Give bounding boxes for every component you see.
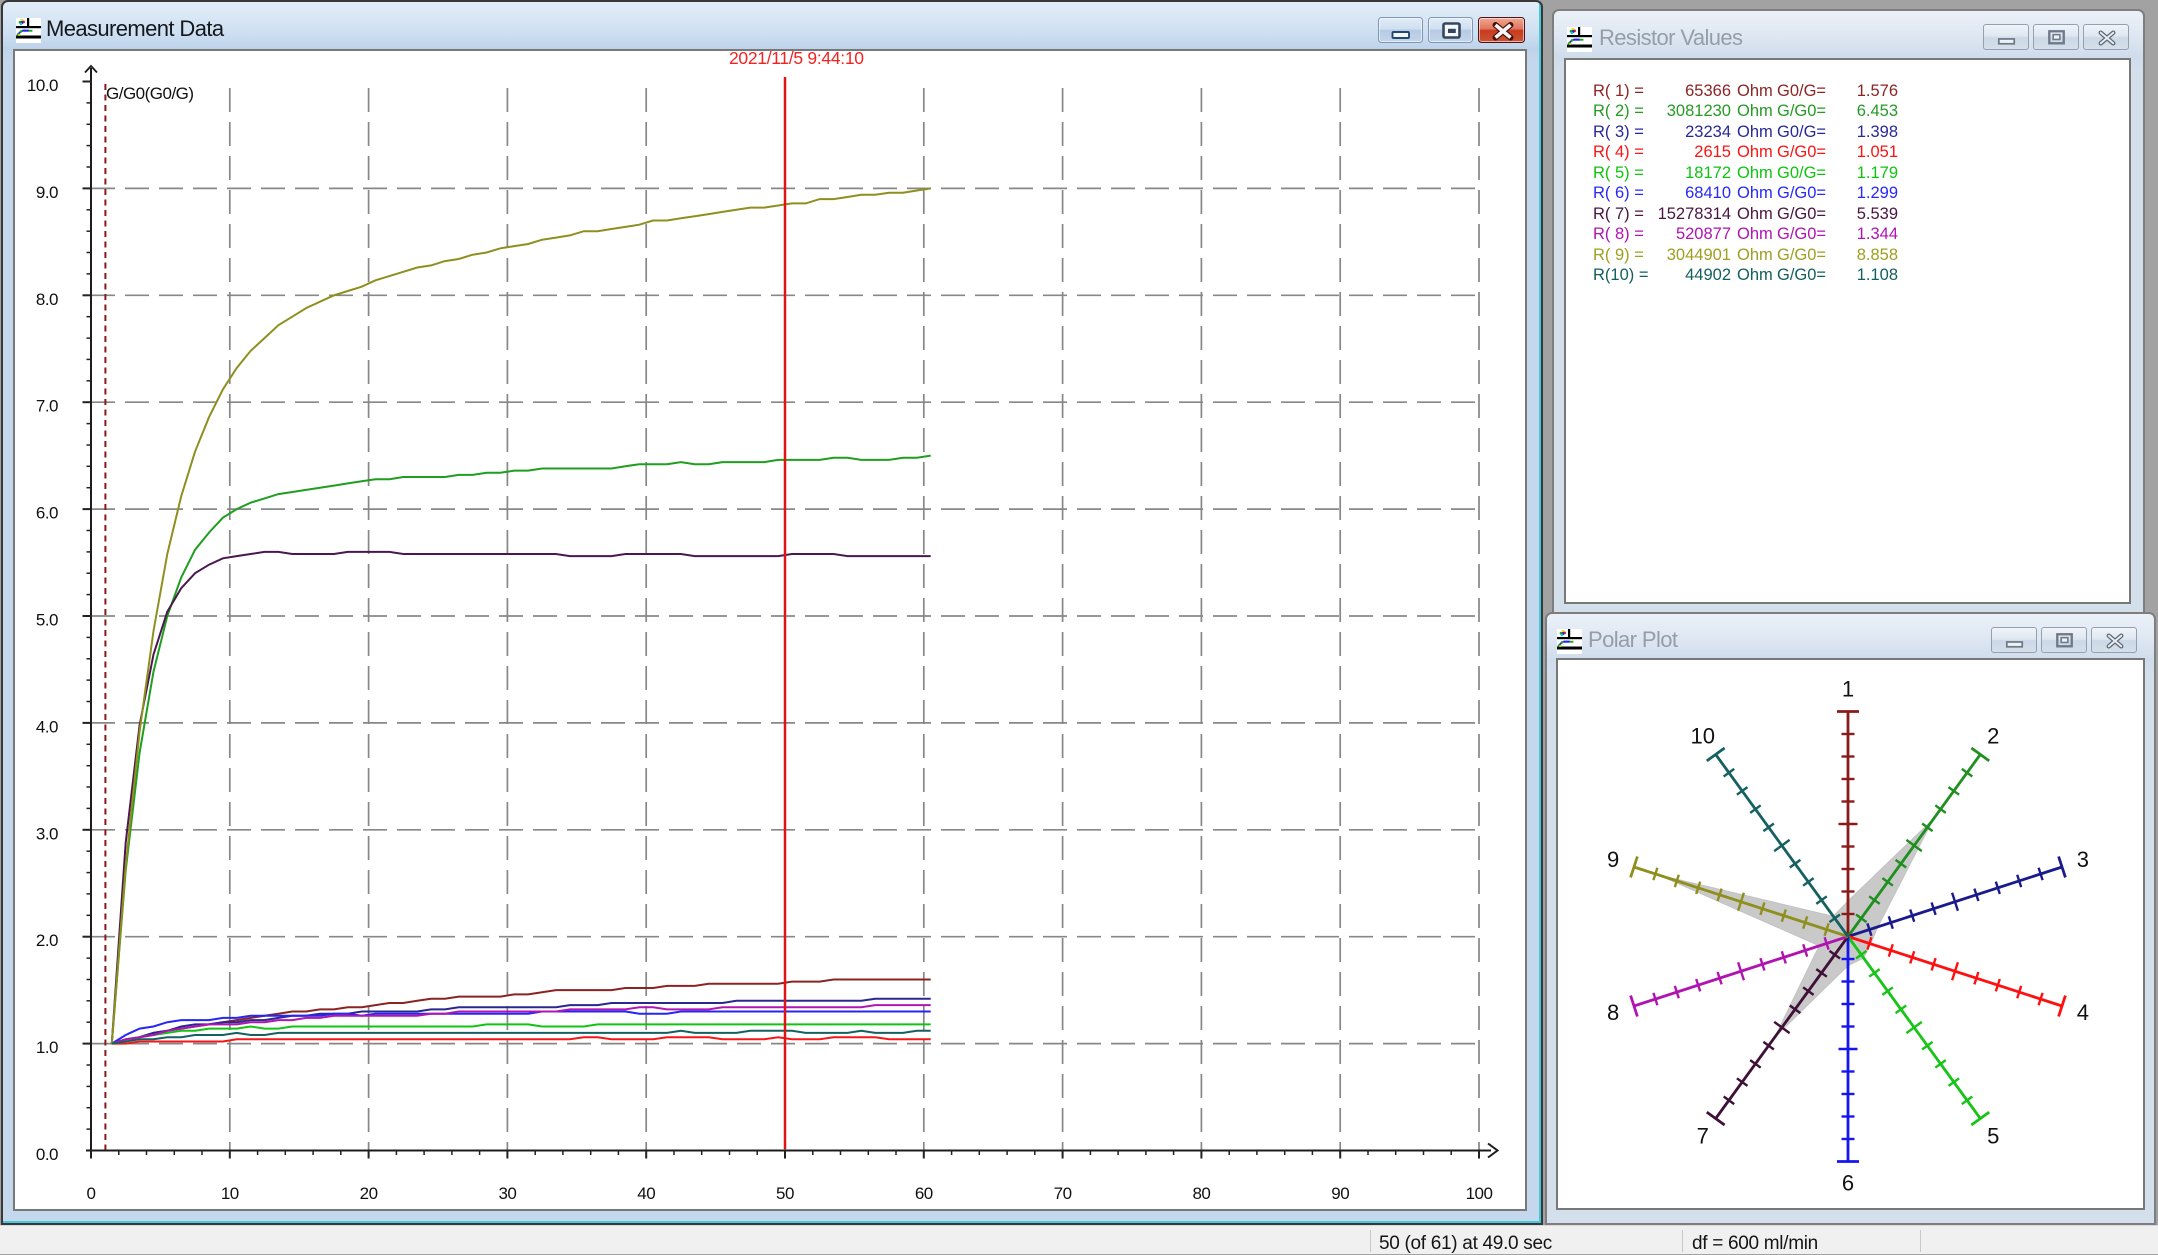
svg-text:9: 9 [1607, 847, 1619, 872]
svg-text:2: 2 [1987, 724, 1999, 749]
svg-text:8: 8 [1607, 1000, 1619, 1025]
svg-text:10.0: 10.0 [27, 76, 58, 95]
svg-text:4: 4 [2077, 1000, 2089, 1025]
svg-text:70: 70 [1054, 1184, 1072, 1203]
svg-text:4.0: 4.0 [36, 717, 58, 736]
svg-text:30: 30 [498, 1184, 516, 1203]
svg-text:7: 7 [1697, 1123, 1709, 1148]
svg-text:6.0: 6.0 [36, 504, 58, 523]
svg-text:5.0: 5.0 [36, 611, 58, 630]
svg-text:10: 10 [1691, 724, 1715, 749]
svg-text:2.0: 2.0 [36, 931, 58, 950]
svg-text:40: 40 [637, 1184, 655, 1203]
svg-text:G/G0(G0/G): G/G0(G0/G) [106, 84, 194, 103]
svg-text:90: 90 [1331, 1184, 1349, 1203]
svg-text:5: 5 [1987, 1123, 1999, 1148]
svg-text:50: 50 [776, 1184, 794, 1203]
svg-text:3: 3 [2077, 847, 2089, 872]
svg-text:8.0: 8.0 [36, 290, 58, 309]
svg-text:3.0: 3.0 [36, 824, 58, 843]
svg-text:1.0: 1.0 [36, 1038, 58, 1057]
svg-text:80: 80 [1192, 1184, 1210, 1203]
svg-text:9.0: 9.0 [36, 183, 58, 202]
svg-text:2021/11/5 9:44:10: 2021/11/5 9:44:10 [729, 51, 864, 68]
svg-text:10: 10 [221, 1184, 239, 1203]
svg-text:60: 60 [915, 1184, 933, 1203]
svg-text:0.0: 0.0 [36, 1145, 58, 1164]
svg-text:0: 0 [87, 1184, 96, 1203]
svg-text:6: 6 [1842, 1171, 1854, 1196]
svg-text:1: 1 [1842, 677, 1854, 702]
svg-text:100: 100 [1466, 1184, 1493, 1203]
svg-text:20: 20 [360, 1184, 378, 1203]
svg-text:7.0: 7.0 [36, 397, 58, 416]
